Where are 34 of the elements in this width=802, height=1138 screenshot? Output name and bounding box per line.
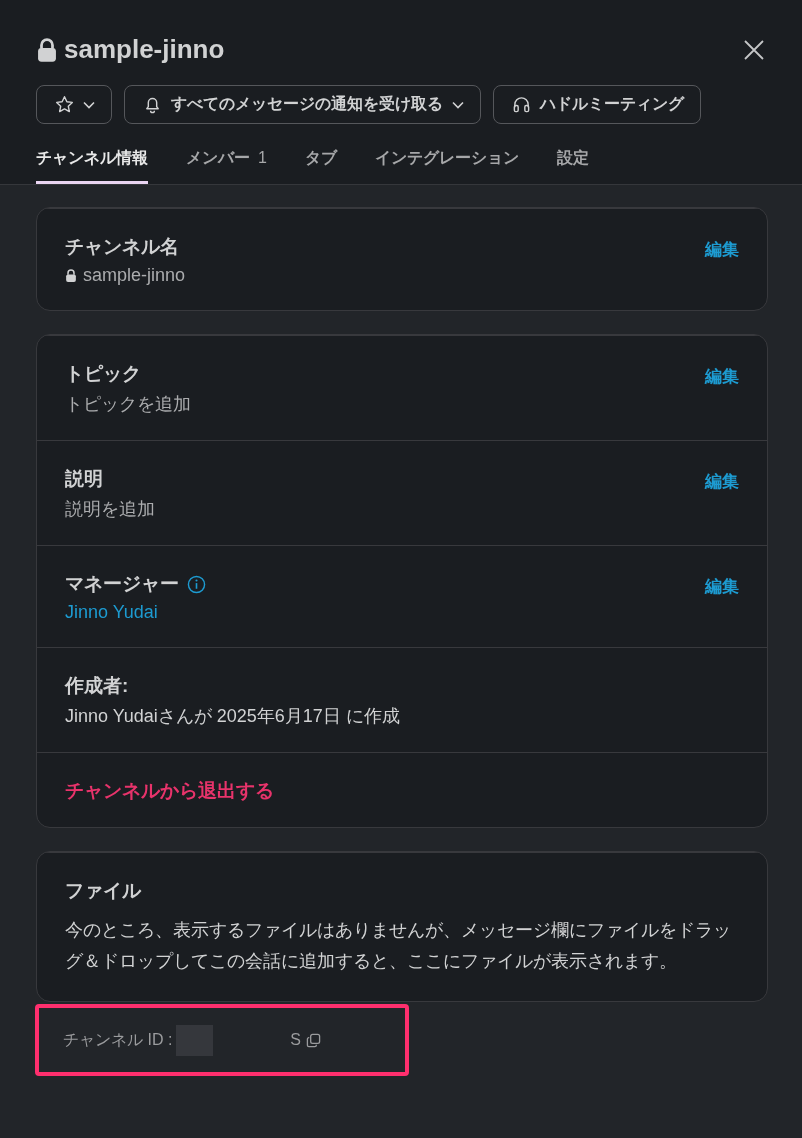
field-value: sample-jinno [83,265,186,286]
star-menu-button[interactable] [36,85,112,124]
copy-icon[interactable] [306,1032,321,1048]
edit-link[interactable]: 編集 [705,575,739,598]
manager-link[interactable]: Jinno Yudai [65,602,158,623]
field-value: トピックを追加 [65,393,191,416]
tab[interactable]: インテグレーション [374,148,519,184]
edit-link[interactable]: 編集 [705,365,739,388]
leave-channel-link[interactable]: チャンネルから退出する [65,778,274,804]
info-icon[interactable] [187,574,206,594]
notification-button[interactable]: すべてのメッセージの通知を受け取る [124,85,481,124]
headphones-icon [512,95,531,114]
field-label: トピック [65,362,141,386]
tab[interactable]: メンバー 1 [186,148,267,184]
field-label: 作成者: [65,674,129,698]
field-label: 説明 [65,467,103,491]
edit-link[interactable]: 編集 [705,470,739,493]
field-value: 説明を追加 [65,498,155,521]
field-label: チャンネル名 [65,235,179,259]
field-label: マネージャー [65,572,179,596]
channel-id-label: チャンネル ID : [63,1029,173,1050]
star-icon [55,95,74,114]
channel-id-value: S [290,1031,301,1049]
close-icon[interactable] [744,39,764,60]
tab[interactable]: 設定 [556,148,589,184]
tab[interactable]: チャンネル情報 [36,148,148,184]
field-value: Jinno Yudaiさんが 2025年6月17日 に作成 [65,705,400,728]
files-empty-message: 今のところ、表示するファイルはありませんが、メッセージ欄にファイルをドラッグ＆ドロップしてこの会話に追加すると、ここにファイルが表示されます。 [65,919,732,973]
huddle-button[interactable]: ハドルミーティング [493,85,701,124]
tab[interactable]: タブ [304,148,337,184]
channel-title: sample-jinno [64,34,225,65]
edit-link[interactable]: 編集 [705,238,739,261]
bell-icon [143,95,162,114]
section-title: ファイル [65,879,141,903]
